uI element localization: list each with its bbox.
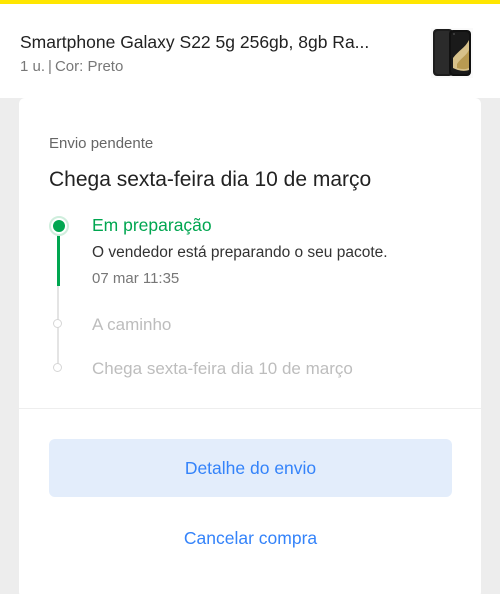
product-title: Smartphone Galaxy S22 5g 256gb, 8gb Ra..… [20, 32, 370, 52]
shipment-timeline: Em preparação O vendedor está preparando… [19, 98, 481, 398]
cancel-purchase-button[interactable]: Cancelar compra [49, 518, 452, 558]
product-summary[interactable]: Smartphone Galaxy S22 5g 256gb, 8gb Ra..… [0, 4, 500, 98]
step-title-in-transit: A caminho [92, 315, 172, 334]
shipment-card: Envio pendente Chega sexta-feira dia 10 … [19, 98, 481, 594]
step-title-preparing: Em preparação [92, 215, 212, 235]
phone-image [431, 28, 473, 78]
timeline-pending-dot [53, 319, 62, 328]
product-color: Cor: Preto [54, 58, 124, 75]
card-divider [19, 408, 481, 409]
meta-separator: | [48, 58, 52, 75]
step-description: O vendedor está preparando o seu pacote. [92, 244, 388, 261]
step-title-arrival: Chega sexta-feira dia 10 de março [92, 359, 353, 378]
product-thumbnail[interactable] [427, 28, 477, 78]
step-timestamp: 07 mar 11:35 [92, 270, 180, 287]
shipment-details-button[interactable]: Detalhe do envio [49, 439, 452, 497]
timeline-active-dot [49, 216, 69, 236]
product-meta: 1 u. | Cor: Preto [20, 58, 123, 75]
timeline-pending-dot [53, 363, 62, 372]
product-quantity: 1 u. [20, 58, 46, 75]
